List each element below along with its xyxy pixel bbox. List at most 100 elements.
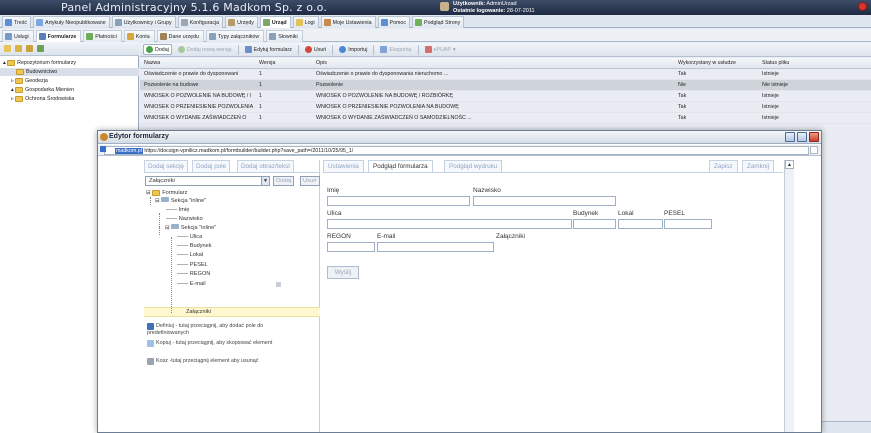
tree-item-ochrona[interactable]: ▹ Ochrona Środowiska [0, 95, 139, 103]
chevron-down-icon[interactable]: ▼ [261, 177, 269, 185]
legend-trash[interactable]: Kosz -tutaj przeciągnij element aby usun… [147, 358, 277, 365]
dialog-titlebar[interactable]: Edytor formularzy [98, 131, 821, 144]
maximize-icon[interactable] [797, 132, 807, 142]
sub-tabs: Usługi Formularze Płatności Konta Dane urzęd… [0, 29, 871, 42]
tree-node-field-imie[interactable]: —— Imię [166, 206, 189, 214]
new-folder-icon[interactable] [4, 45, 11, 52]
tree-node-section-1[interactable]: ⊟ Sekcja "inline" [155, 197, 206, 205]
sub-tab-6[interactable]: Słowniki [266, 30, 303, 42]
main-tab-label: Konfiguracja [189, 19, 220, 26]
tree-node-field-pesel[interactable]: —— PESEL [177, 261, 208, 269]
table-row[interactable]: Oświadczenie o prawie do dysponowani 1 Ośw… [140, 69, 871, 80]
sub-tab-2[interactable]: Płatności [83, 30, 122, 42]
tree-item-geodezja[interactable]: ▹ Geodezja [0, 77, 139, 85]
main-tab-3[interactable]: Konfiguracja [177, 16, 224, 28]
tree-node-field-ulica[interactable]: —— Ulica [177, 233, 202, 241]
main-tab-1[interactable]: Artykuły Nieopublikowane [33, 16, 110, 28]
forms-icon [38, 33, 46, 40]
tree-node-field-lokal[interactable]: —— Lokal [177, 251, 203, 259]
close-button[interactable]: Zamknij [742, 160, 775, 172]
main-tab-0[interactable]: Treść [2, 16, 32, 28]
url-text: https://docsign-vpnilicz.madkom.pl/formb… [144, 148, 354, 154]
input-pesel[interactable] [664, 219, 712, 229]
table-row[interactable]: WNIOSEK O PRZENIESIENIE POZWOLENIA 1 WNIOS… [140, 102, 871, 113]
users-icon [114, 19, 122, 26]
sub-tab-label: Usługi [14, 33, 29, 40]
sub-tab-4[interactable]: Dane urzędu [156, 30, 204, 42]
tab-add-image-text[interactable]: Dodaj obraz/tekst [237, 160, 295, 172]
input-nazwisko[interactable] [473, 196, 616, 206]
add-field-button[interactable]: Dodaj [273, 176, 295, 186]
minimize-icon[interactable] [785, 132, 795, 142]
tree-item-gospodarka[interactable]: ▴ Gospodarka Mienien [0, 86, 139, 94]
input-lokal[interactable] [618, 219, 663, 229]
main-tab-5[interactable]: Urząd [259, 16, 291, 28]
star-icon[interactable] [810, 146, 818, 154]
main-tabs: Treść Artykuły Nieopublikowane Użytkownicy… [0, 15, 871, 28]
main-tab-6[interactable]: Logi [292, 16, 319, 28]
main-tab-label: Urząd [271, 19, 287, 26]
close-icon[interactable] [809, 132, 819, 142]
tab-settings[interactable]: Ustawienia [323, 160, 364, 172]
sub-tab-5[interactable]: Typy załączników [205, 30, 265, 42]
delete-button[interactable]: Usuń [302, 44, 329, 55]
tree-node-field-nazwisko[interactable]: —— Nazwisko [166, 215, 203, 223]
legend-define[interactable]: Definiuj - tutaj przeciągnij, aby dodać … [147, 323, 277, 336]
table-cell: Istnieje [762, 104, 779, 110]
remove-field-button[interactable]: Usuń [300, 176, 320, 186]
tree-root[interactable]: ▴ Repozytorium formularzy [0, 59, 139, 67]
url-field[interactable]: madkom.pl https://docsign-vpnilicz.madko… [104, 146, 809, 155]
field-type-select[interactable]: Załączniki ▼ [145, 176, 270, 186]
tab-form-preview[interactable]: Podgląd formularza [368, 160, 433, 172]
col-name-header[interactable]: Nazwa [144, 58, 254, 69]
sub-tab-0[interactable]: Usługi [2, 30, 34, 42]
epuap-button[interactable]: ePUAP ▾ [422, 44, 459, 55]
add-version-button[interactable]: Dodaj nową wersję [175, 44, 235, 55]
tree-node-section-2[interactable]: ⊟ Sekcja "inline" [165, 224, 216, 232]
main-tab-2[interactable]: Użytkownicy i Grupy [111, 16, 176, 28]
label-nazwisko: Nazwisko [473, 187, 501, 194]
col-used-header[interactable]: Wykorzystany w usłudze [678, 58, 758, 69]
import-button[interactable]: Importuj [336, 44, 370, 55]
input-email[interactable] [377, 242, 494, 252]
tree-node-field-regon[interactable]: —— REGON [177, 270, 210, 278]
edit-form-button[interactable]: Edytuj formularz [242, 44, 295, 55]
tab-add-section[interactable]: Dodaj sekcję [144, 160, 189, 172]
export-button[interactable]: Eksportuj [377, 44, 414, 55]
drag-handle-icon[interactable] [276, 282, 281, 287]
tree-item-budownictwo[interactable]: Budownictwo [0, 68, 139, 76]
edit-folder-icon[interactable] [15, 45, 22, 52]
tab-add-field[interactable]: Dodaj pole [192, 160, 231, 172]
add-button[interactable]: Dodaj [143, 44, 172, 55]
table-row[interactable]: Pozwolenie na budowe 1 Pozwolenie Nie Nie is… [140, 80, 871, 91]
save-button[interactable]: Zapisz [709, 160, 738, 172]
input-imie[interactable] [327, 196, 470, 206]
table-row[interactable]: WNIOSEK O POZWOLENIE NA BUDOWĘ / I 1 WNIOS… [140, 91, 871, 102]
col-description-header[interactable]: Opis [316, 58, 616, 69]
legend-copy[interactable]: Kopiuj - tutaj przeciągnij, aby skopiowa… [147, 340, 277, 347]
tree-node-field-zalaczniki[interactable]: Załączniki [186, 308, 211, 316]
input-regon[interactable] [327, 242, 375, 252]
main-tab-8[interactable]: Pomoc [377, 16, 411, 28]
delete-folder-icon[interactable] [26, 45, 33, 52]
main-tab-7[interactable]: Moje Ustawienia [320, 16, 376, 28]
tree-node-form[interactable]: ⊟ Formularz [146, 189, 187, 197]
user-label: Użytkownik: [453, 1, 486, 7]
vertical-scrollbar[interactable]: ▲ [784, 160, 794, 432]
tree-node-field-email[interactable]: —— E-mail [177, 280, 206, 288]
col-version-header[interactable]: Wersja [259, 58, 309, 69]
refresh-icon[interactable] [37, 45, 44, 52]
sub-tab-1[interactable]: Formularze [35, 30, 82, 42]
col-status-header[interactable]: Status pliku [762, 58, 842, 69]
input-ulica[interactable] [327, 219, 572, 229]
table-row[interactable]: WNIOSEK O WYDANIE ZAŚWIADCZEŃ O 1 WNIOSEK … [140, 113, 871, 124]
input-budynek[interactable] [573, 219, 616, 229]
logout-power-icon[interactable] [858, 2, 867, 11]
scroll-up-icon[interactable]: ▲ [785, 160, 794, 169]
tab-print-preview[interactable]: Podgląd wydruku [444, 160, 503, 172]
sub-tab-3[interactable]: Konta [123, 30, 155, 42]
tree-node-field-budynek[interactable]: —— Budynek [177, 242, 212, 250]
send-button[interactable]: Wyślij [327, 266, 359, 279]
main-tab-4[interactable]: Urzędy [225, 16, 258, 28]
main-tab-9[interactable]: Podgląd Strony [412, 16, 465, 28]
